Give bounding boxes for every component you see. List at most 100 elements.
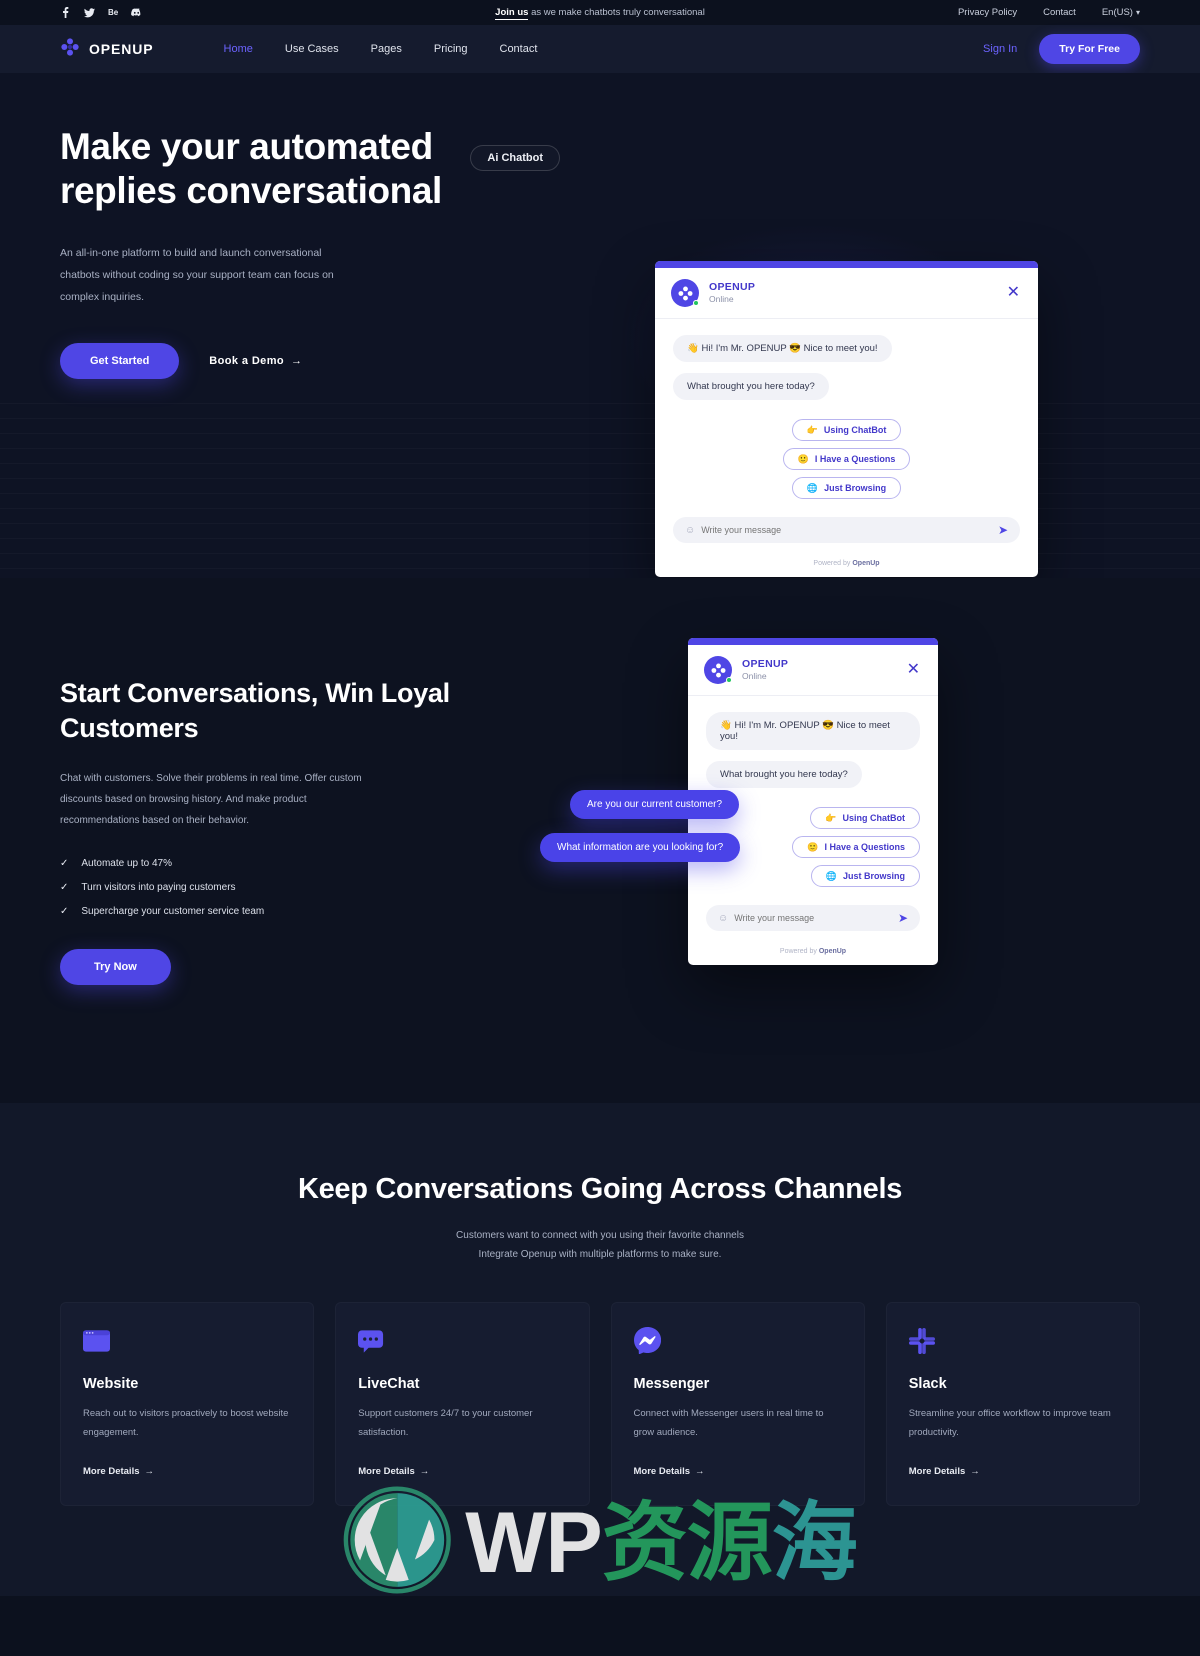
arrow-right-icon: →: [970, 1466, 980, 1478]
quick-reply-group: 👉 Using ChatBot 🙂 I Have a Questions 🌐 J…: [673, 419, 1020, 499]
openup-flower-logo-icon: [60, 37, 80, 62]
section2-description: Chat with customers. Solve their problem…: [60, 773, 362, 827]
nav-right: Sign In Try For Free: [983, 34, 1140, 64]
quick-reply-just-browsing[interactable]: 🌐 Just Browsing: [810, 865, 920, 887]
more-details-label: More Details: [633, 1466, 691, 1478]
chat-message-bubble: What brought you here today?: [706, 761, 862, 788]
channel-description: Connect with Messenger users in real tim…: [633, 1408, 824, 1438]
channel-title: Messenger: [633, 1376, 710, 1393]
quick-reply-i-have-a-questions[interactable]: 🙂 I Have a Questions: [782, 448, 911, 470]
close-icon[interactable]: ✕: [907, 662, 920, 678]
sign-in-link[interactable]: Sign In: [983, 43, 1017, 55]
chat-bot-name: OPENUP: [709, 281, 756, 294]
channel-card-website[interactable]: Website Reach out to visitors proactivel…: [60, 1302, 315, 1507]
brand-logo[interactable]: OPENUP: [60, 37, 154, 62]
channel-card-livechat[interactable]: LiveChat Support customers 24/7 to your …: [335, 1302, 590, 1507]
chat-message-input[interactable]: [701, 525, 998, 535]
nav-item-use-cases[interactable]: Use Cases: [285, 43, 339, 55]
book-a-demo-link[interactable]: Book a Demo →: [209, 355, 302, 367]
channel-description: Reach out to visitors proactively to boo…: [83, 1408, 289, 1438]
chat-bot-status: Online: [742, 671, 767, 682]
section3-subtitle: Customers want to connect with you using…: [60, 1227, 1140, 1264]
main-navbar: OPENUP Home Use Cases Pages Pricing Cont…: [0, 25, 1200, 73]
topbar-right-links: Privacy Policy Contact En(US) ▾: [958, 7, 1140, 18]
chat-message-input[interactable]: [734, 913, 898, 923]
twitter-icon[interactable]: [84, 7, 95, 18]
channel-description: Support customers 24/7 to your customer …: [358, 1408, 533, 1438]
more-details-link-messenger[interactable]: More Details →: [634, 1466, 705, 1477]
more-details-link-website[interactable]: More Details →: [83, 1466, 154, 1477]
announcement-text: as we make chatbots truly conversational: [528, 7, 705, 18]
more-details-link-livechat[interactable]: More Details →: [358, 1466, 429, 1477]
discord-icon[interactable]: [131, 7, 142, 18]
check-icon: ✓: [60, 906, 69, 918]
privacy-policy-link[interactable]: Privacy Policy: [958, 7, 1017, 18]
try-for-free-button[interactable]: Try For Free: [1039, 34, 1140, 64]
nav-item-pages[interactable]: Pages: [371, 43, 402, 55]
close-icon[interactable]: ✕: [1007, 285, 1020, 301]
contact-link[interactable]: Contact: [1043, 7, 1076, 18]
channel-description: Streamline your office workflow to impro…: [908, 1408, 1111, 1438]
behance-icon[interactable]: Be: [108, 7, 118, 18]
browser-window-icon: [83, 1327, 110, 1354]
emoji-icon[interactable]: ☺: [685, 525, 695, 536]
chat-footer: ☺ ➤: [655, 503, 1038, 552]
chat-footer: ☺ ➤: [688, 891, 938, 940]
chat-header: OPENUP Online ✕: [655, 268, 1038, 319]
announcement-link[interactable]: Join us: [495, 7, 529, 20]
powered-by-brand: OpenUp: [852, 560, 880, 567]
floating-bubble-current-customer: Are you our current customer?: [570, 790, 740, 819]
section3-subtitle-line1: Customers want to connect with you using…: [456, 1230, 744, 1242]
facebook-icon[interactable]: [60, 7, 71, 18]
send-icon[interactable]: ➤: [898, 911, 908, 925]
quick-reply-using-chatbot[interactable]: 👉 Using ChatBot: [791, 419, 902, 441]
chat-input-row[interactable]: ☺ ➤: [706, 905, 920, 931]
quick-reply-just-browsing[interactable]: 🌐 Just Browsing: [791, 477, 902, 499]
arrow-right-icon: →: [144, 1466, 155, 1478]
section3-title: Keep Conversations Going Across Channels: [297, 1173, 903, 1205]
send-icon[interactable]: ➤: [998, 523, 1008, 537]
floating-bubble-information: What information are you looking for?: [540, 833, 741, 862]
nav-item-pricing[interactable]: Pricing: [434, 43, 468, 55]
page-title: Make your automated replies conversation…: [60, 126, 442, 211]
check-icon: ✓: [60, 882, 69, 894]
nav-item-home[interactable]: Home: [224, 43, 253, 55]
quick-reply-i-have-a-questions[interactable]: 🙂 I Have a Questions: [792, 836, 920, 858]
smiley-icon: 🙂: [807, 841, 819, 852]
channel-title: Website: [83, 1376, 139, 1393]
chat-message-list: 👋 Hi! I'm Mr. OPENUP 😎 Nice to meet you!…: [655, 319, 1038, 503]
hero-badge: Ai Chatbot: [470, 145, 560, 171]
arrow-right-icon: →: [419, 1466, 430, 1478]
try-now-button[interactable]: Try Now: [60, 949, 171, 986]
avatar: [704, 656, 732, 684]
chat-input-row[interactable]: ☺ ➤: [673, 517, 1020, 543]
globe-icon: 🌐: [825, 870, 837, 881]
online-status-dot: [693, 300, 699, 306]
quick-reply-using-chatbot[interactable]: 👉 Using ChatBot: [810, 807, 920, 829]
conversations-section: Start Conversations, Win Loyal Customers…: [0, 578, 1200, 1103]
hero-description: An all-in-one platform to build and laun…: [60, 247, 334, 304]
more-details-label: More Details: [358, 1466, 415, 1478]
more-details-link-slack[interactable]: More Details →: [909, 1466, 980, 1477]
arrow-right-icon: →: [291, 355, 303, 368]
quick-reply-label: Just Browsing: [824, 483, 887, 493]
channel-card-slack[interactable]: Slack Streamline your office workflow to…: [885, 1302, 1140, 1507]
language-selector[interactable]: En(US) ▾: [1102, 7, 1140, 18]
nav-item-contact[interactable]: Contact: [500, 43, 538, 55]
chat-message-bubble: What brought you here today?: [673, 373, 829, 400]
section3-subtitle-line2: Integrate Openup with multiple platforms…: [478, 1248, 722, 1260]
channel-card-messenger[interactable]: Messenger Connect with Messenger users i…: [610, 1302, 865, 1507]
emoji-icon[interactable]: ☺: [718, 913, 728, 924]
hero-chat-widget: OPENUP Online ✕ 👋 Hi! I'm Mr. OPENUP 😎 N…: [655, 261, 1038, 577]
globe-icon: 🌐: [806, 482, 819, 493]
smiley-icon: 🙂: [797, 453, 809, 464]
hero-cta-group: Get Started Book a Demo →: [60, 343, 560, 380]
online-status-dot: [726, 677, 732, 683]
chat-message-bubble: 👋 Hi! I'm Mr. OPENUP 😎 Nice to meet you!: [673, 335, 892, 362]
powered-by-prefix: Powered by: [779, 948, 819, 955]
avatar: [671, 279, 699, 307]
more-details-label: More Details: [83, 1466, 140, 1478]
chat-bot-name: OPENUP: [742, 658, 789, 671]
chat-bubble-icon: [358, 1327, 385, 1354]
get-started-button[interactable]: Get Started: [60, 343, 180, 380]
